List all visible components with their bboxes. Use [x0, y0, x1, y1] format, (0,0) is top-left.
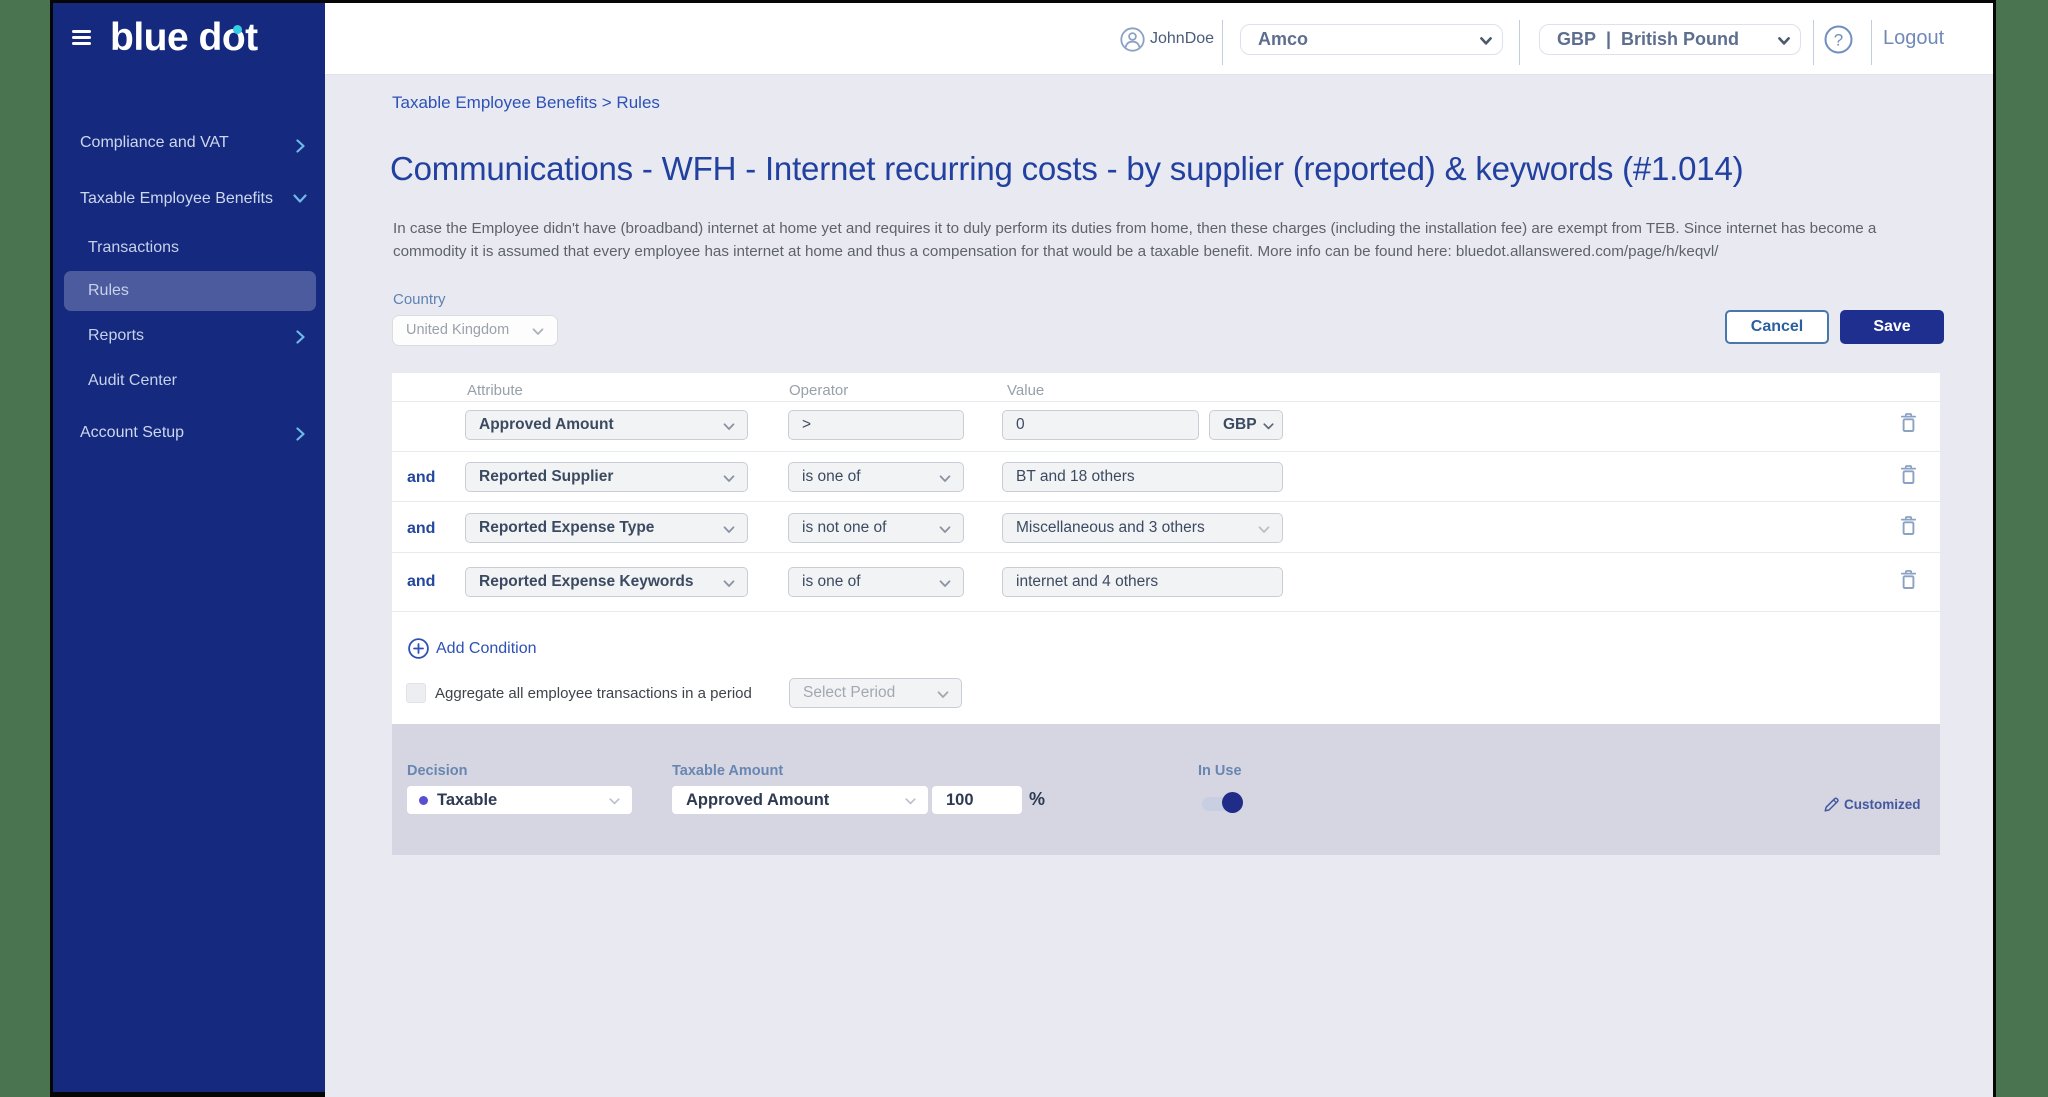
svg-text:?: ? — [1834, 31, 1843, 50]
